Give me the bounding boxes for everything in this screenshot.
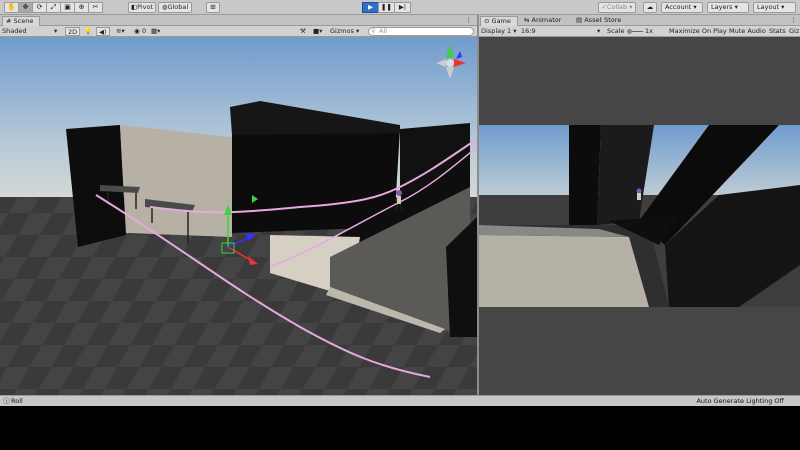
scene-render: [0, 37, 477, 395]
tab-scene[interactable]: # Scene: [2, 16, 40, 26]
scale-value: 1x: [645, 27, 653, 35]
camera-dropdown-icon[interactable]: ■▾: [313, 27, 322, 36]
status-bar: ⓘ Roll Auto Generate Lighting Off: [0, 395, 800, 406]
scene-viewport[interactable]: [0, 37, 477, 395]
rect-tool-icon[interactable]: ▣: [60, 2, 75, 13]
search-icon: ⚲: [371, 27, 376, 35]
play-icon: ▶: [368, 3, 373, 11]
tools-icon[interactable]: ⚒: [300, 27, 306, 36]
global-label: Global: [167, 3, 189, 11]
grid-snap-button[interactable]: ⊞: [206, 2, 220, 13]
move-tool-icon[interactable]: ✥: [18, 2, 33, 13]
tab-asset-store[interactable]: ▤ Asset Store: [573, 16, 637, 26]
stats-toggle[interactable]: Stats: [769, 27, 786, 36]
game-viewport[interactable]: [479, 37, 800, 395]
chevron-down-icon: ▾: [597, 27, 601, 35]
scene-tab-row: # Scene ⋮: [0, 15, 477, 26]
pause-button[interactable]: ❚❚: [378, 2, 395, 13]
account-label: Account: [665, 3, 692, 11]
step-button[interactable]: ▶|: [394, 2, 411, 13]
mute-audio-toggle[interactable]: Mute Audio: [729, 27, 766, 36]
layout-label: Layout: [757, 3, 780, 11]
rotate-tool-icon[interactable]: ⟳: [32, 2, 47, 13]
playmode-controls: ▶ ❚❚ ▶|: [362, 2, 411, 13]
scale-label: Scale: [607, 27, 625, 35]
tab-game-label: Game: [491, 17, 511, 25]
tab-asset-store-label: Asset Store: [584, 16, 622, 24]
animator-icon: ⇆: [524, 16, 530, 24]
scale-slider[interactable]: [627, 27, 643, 36]
scene-camera-dropdown-icon[interactable]: ▦▾: [151, 27, 160, 36]
step-icon: ▶|: [398, 3, 407, 11]
scene-control-bar: Shaded ▾ 2D 💡 ◀) ≋▾ ◉ 0 ▦▾ ⚒ ■▾ Gizmos ▾…: [0, 26, 477, 37]
fx-count: 0: [142, 27, 147, 35]
toggle-2d-button[interactable]: 2D: [65, 27, 81, 36]
game-control-bar: Display 1 ▾ 16:9 ▾ Scale 1x Maximize On P…: [479, 26, 800, 37]
collab-label: Collab: [606, 3, 628, 11]
scene-search-placeholder: All: [379, 27, 388, 35]
lighting-status[interactable]: Auto Generate Lighting Off: [696, 396, 784, 406]
display-label: Display 1: [481, 27, 512, 35]
collab-dropdown[interactable]: ✓Collab ▾: [598, 2, 636, 13]
layers-label: Layers: [711, 3, 733, 11]
display-dropdown[interactable]: Display 1 ▾: [481, 27, 517, 36]
tab-animator-label: Animator: [531, 16, 562, 24]
account-dropdown[interactable]: Account ▾: [661, 2, 703, 13]
effects-dropdown-icon[interactable]: ≋▾: [116, 27, 125, 36]
pivot-label: Pivot: [137, 3, 154, 11]
gizmos-label: Gizmos: [330, 27, 354, 35]
tab-scene-label: Scene: [13, 17, 34, 25]
layout-dropdown[interactable]: Layout ▾: [753, 2, 796, 13]
scene-tab-menu-icon[interactable]: ⋮: [465, 16, 472, 24]
tab-animator[interactable]: ⇆ Animator: [521, 16, 571, 26]
transform-tool-icon[interactable]: ⊕: [74, 2, 89, 13]
aspect-label: 16:9: [521, 27, 536, 35]
pause-icon: ❚❚: [381, 3, 392, 11]
letterbox-bottom: [0, 406, 800, 450]
cloud-button[interactable]: ☁: [643, 2, 657, 13]
store-icon: ▤: [576, 16, 583, 24]
toggle-2d-label: 2D: [68, 28, 78, 36]
layers-dropdown[interactable]: Layers ▾: [707, 2, 749, 13]
game-tab-row: ⊙ Game ⇆ Animator ▤ Asset Store ⋮: [479, 15, 800, 26]
shading-dropdown[interactable]: Shaded ▾: [2, 27, 60, 36]
game-tab-menu-icon[interactable]: ⋮: [790, 16, 797, 24]
lighting-toggle-icon[interactable]: 💡: [84, 27, 92, 36]
hash-icon: #: [6, 17, 12, 25]
info-icon: ⓘ: [3, 397, 10, 405]
global-toggle[interactable]: ◍Global: [158, 2, 192, 13]
game-render: [479, 125, 800, 307]
main-toolbar: ✋ ✥ ⟳ ⤢ ▣ ⊕ ✂ ◧Pivot ◍Global ⊞ ▶ ❚❚ ▶| ✓…: [0, 0, 800, 15]
maximize-on-play-toggle[interactable]: Maximize On Play: [669, 27, 727, 36]
game-gizmos-toggle[interactable]: Giz: [789, 27, 799, 36]
transform-tools: ✋ ✥ ⟳ ⤢ ▣ ⊕ ✂: [4, 2, 103, 13]
gizmos-dropdown[interactable]: Gizmos ▾: [330, 27, 359, 36]
hidden-objects-icon[interactable]: ◉: [134, 27, 140, 36]
cloud-icon: ☁: [646, 3, 654, 11]
grid-icon: ⊞: [210, 3, 216, 11]
game-icon: ⊙: [484, 17, 490, 25]
play-button[interactable]: ▶: [362, 2, 379, 13]
audio-toggle-icon[interactable]: ◀): [96, 27, 110, 36]
scale-tool-icon[interactable]: ⤢: [46, 2, 61, 13]
status-message[interactable]: Roll: [11, 396, 23, 406]
shading-label: Shaded: [2, 27, 27, 35]
hand-tool-icon[interactable]: ✋: [4, 2, 19, 13]
aspect-dropdown[interactable]: 16:9 ▾: [521, 27, 601, 36]
pivot-toggle[interactable]: ◧Pivot: [128, 2, 156, 13]
custom-tool-icon[interactable]: ✂: [88, 2, 103, 13]
scene-search-input[interactable]: ⚲ All: [368, 27, 474, 36]
chevron-down-icon: ▾: [54, 27, 58, 35]
tab-game[interactable]: ⊙ Game: [480, 16, 518, 26]
